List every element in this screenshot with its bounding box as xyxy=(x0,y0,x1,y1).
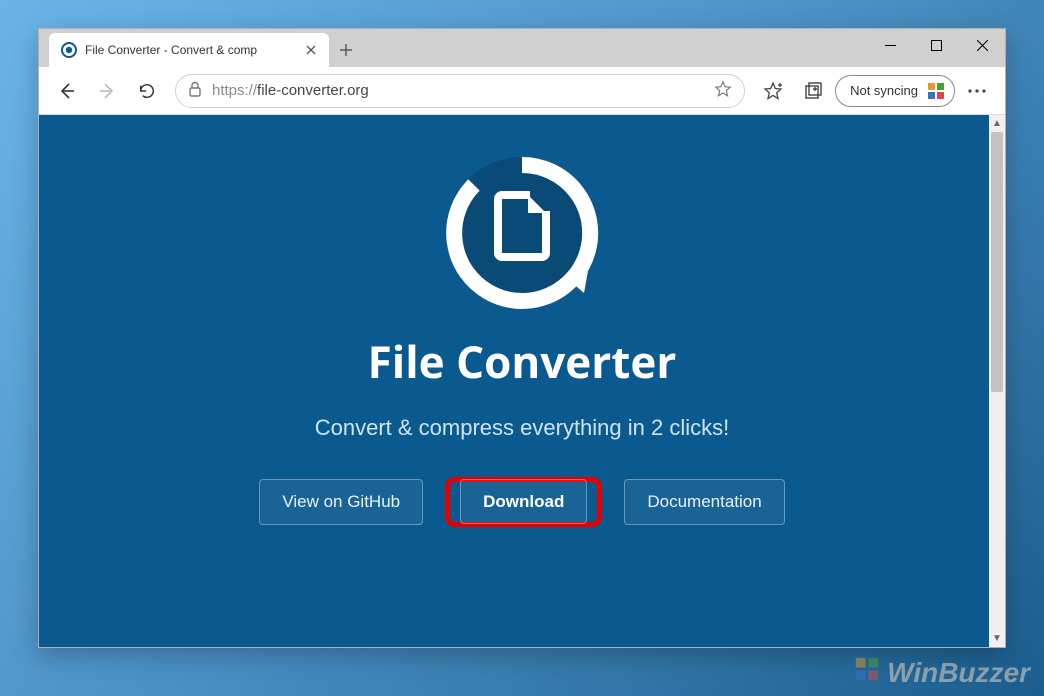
profile-sync-button[interactable]: Not syncing xyxy=(835,75,955,107)
sync-label: Not syncing xyxy=(850,83,918,98)
browser-tab[interactable]: File Converter - Convert & comp xyxy=(49,33,329,67)
back-button[interactable] xyxy=(49,73,85,109)
url-text: https://file-converter.org xyxy=(212,82,369,99)
documentation-button[interactable]: Documentation xyxy=(624,479,784,525)
close-window-button[interactable] xyxy=(959,29,1005,61)
watermark-text: WinBuzzer xyxy=(887,657,1030,689)
favorites-button[interactable] xyxy=(755,73,791,109)
scrollbar[interactable]: ▲ ▼ xyxy=(989,115,1005,647)
scroll-up-icon[interactable]: ▲ xyxy=(989,115,1005,132)
watermark: WinBuzzer xyxy=(853,655,1030,690)
profile-avatar-icon xyxy=(926,81,946,101)
app-logo-icon xyxy=(442,153,602,313)
new-tab-button[interactable] xyxy=(329,33,363,67)
page-content: ▲ ▼ File Converter Convert & compress ev… xyxy=(39,115,1005,647)
refresh-button[interactable] xyxy=(129,73,165,109)
tab-close-button[interactable] xyxy=(303,42,319,58)
toolbar: https://file-converter.org Not syncing xyxy=(39,67,1005,115)
titlebar: File Converter - Convert & comp xyxy=(39,29,1005,67)
settings-menu-button[interactable] xyxy=(959,89,995,93)
download-button[interactable]: Download xyxy=(460,479,587,524)
url-scheme: https:// xyxy=(212,82,257,99)
scroll-down-icon[interactable]: ▼ xyxy=(989,630,1005,647)
browser-window: File Converter - Convert & comp xyxy=(38,28,1006,648)
scrollbar-thumb[interactable] xyxy=(991,132,1003,392)
lock-icon xyxy=(188,81,202,101)
forward-button[interactable] xyxy=(89,73,125,109)
hero-actions: View on GitHub Download Documentation xyxy=(259,477,784,527)
favorite-star-button[interactable] xyxy=(714,80,732,102)
maximize-button[interactable] xyxy=(913,29,959,61)
annotation-highlight: Download xyxy=(445,477,602,527)
collections-button[interactable] xyxy=(795,73,831,109)
tab-title: File Converter - Convert & comp xyxy=(85,43,295,57)
page-title: File Converter xyxy=(368,331,677,391)
watermark-logo-icon xyxy=(853,655,881,690)
minimize-button[interactable] xyxy=(867,29,913,61)
address-bar[interactable]: https://file-converter.org xyxy=(175,74,745,108)
url-host: file-converter.org xyxy=(257,82,369,99)
page-subtitle: Convert & compress everything in 2 click… xyxy=(315,415,730,441)
tab-favicon-icon xyxy=(61,42,77,58)
window-controls xyxy=(867,29,1005,61)
view-on-github-button[interactable]: View on GitHub xyxy=(259,479,423,525)
